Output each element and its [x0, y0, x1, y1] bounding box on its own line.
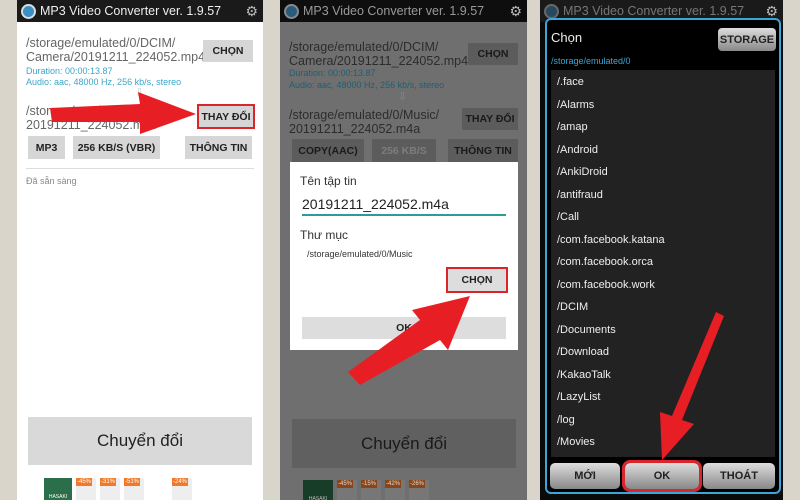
folder-chooser-dialog: Chọn STORAGE /storage/emulated/0 /.face /…	[545, 18, 781, 494]
folder-item[interactable]: /AnkiDroid	[551, 161, 775, 184]
title-bar: MP3 Video Converter ver. 1.9.57 ⚙	[280, 0, 527, 22]
app-title: MP3 Video Converter ver. 1.9.57	[563, 4, 745, 18]
folder-item[interactable]: /.face	[551, 71, 775, 94]
choose-input-button[interactable]: CHỌN	[468, 43, 518, 65]
gear-icon[interactable]: ⚙	[509, 3, 522, 20]
duration: Duration: 00:00:13.87	[289, 68, 376, 78]
input-path: /storage/emulated/0/DCIM/ Camera/2019121…	[26, 36, 206, 64]
screen-3: MP3 Video Converter ver. 1.9.57 ⚙ Chọn ST…	[540, 0, 783, 500]
folder-item[interactable]: /amap	[551, 116, 775, 139]
choose-folder-button[interactable]: CHỌN	[446, 267, 508, 293]
gear-icon[interactable]: ⚙	[245, 3, 258, 20]
folder-item[interactable]: /KakaoTalk	[551, 364, 775, 387]
dialog-title: Chọn	[551, 30, 583, 45]
app-logo-icon	[544, 3, 559, 19]
ok-button[interactable]: OK	[622, 460, 702, 492]
ad-logo: HASAKI	[303, 480, 333, 500]
ad-logo: HASAKI	[44, 478, 72, 500]
title-bar: MP3 Video Converter ver. 1.9.57 ⚙	[17, 0, 263, 22]
folder-item[interactable]: /log	[551, 409, 775, 432]
app-logo-icon	[21, 3, 36, 19]
info-button[interactable]: THÔNG TIN	[448, 139, 518, 162]
choose-input-button[interactable]: CHỌN	[203, 40, 253, 62]
status-text: Đã sẵn sàng	[26, 176, 77, 186]
folder-item[interactable]: /antifraud	[551, 184, 775, 207]
folder-item[interactable]: /Alarms	[551, 94, 775, 117]
discount-badge: -24%	[172, 478, 189, 486]
save-dialog: Tên tập tin 20191211_224052.m4a Thư mục …	[290, 162, 518, 350]
discount-badge: -51%	[124, 478, 141, 486]
filename-label: Tên tập tin	[300, 174, 357, 188]
folder-label: Thư mục	[300, 228, 349, 242]
output-path: /storage/emulated/0/Music/ 20191211_2240…	[289, 108, 440, 136]
format-button[interactable]: MP3	[28, 136, 65, 159]
format-button[interactable]: COPY(AAC)	[292, 139, 364, 162]
discount-badge: -31%	[100, 478, 117, 486]
folder-item[interactable]: /Documents	[551, 319, 775, 342]
screen-1: MP3 Video Converter ver. 1.9.57 ⚙ /storag…	[17, 0, 263, 500]
folder-list[interactable]: /.face/Alarms/amap/Android/AnkiDroid/ant…	[551, 70, 775, 457]
folder-item[interactable]: /Download	[551, 341, 775, 364]
discount-badge: -42%	[385, 480, 402, 488]
discount-badge: -45%	[76, 478, 93, 486]
screen-2: MP3 Video Converter ver. 1.9.57 ⚙ /storag…	[280, 0, 527, 500]
audio-info: Audio: aac, 48000 Hz, 256 kb/s, stereo	[289, 80, 445, 90]
input-path: /storage/emulated/0/DCIM/ Camera/2019121…	[289, 40, 469, 68]
storage-button[interactable]: STORAGE	[718, 28, 776, 51]
convert-button[interactable]: Chuyển đổi	[28, 417, 252, 465]
duration: Duration: 00:00:13.87	[26, 66, 113, 76]
app-title: MP3 Video Converter ver. 1.9.57	[303, 4, 485, 18]
folder-item[interactable]: /DCIM	[551, 296, 775, 319]
app-logo-icon	[284, 3, 299, 19]
info-button[interactable]: THÔNG TIN	[185, 136, 252, 159]
app-title: MP3 Video Converter ver. 1.9.57	[40, 4, 222, 18]
folder-item[interactable]: /com.facebook.work	[551, 274, 775, 297]
convert-button[interactable]: Chuyển đổi	[292, 419, 516, 468]
ad-banner[interactable]: HASAKI -45% -31% -51% -24%	[44, 478, 192, 500]
discount-badge: -26%	[409, 480, 426, 488]
folder-item[interactable]: /LazyList	[551, 386, 775, 409]
folder-item[interactable]: /com.facebook.orca	[551, 251, 775, 274]
discount-badge: -45%	[337, 480, 354, 488]
output-path: /storage/emulated/0/ 20191211_224052.mp3	[26, 104, 158, 132]
down-arrow-icon: ⇩	[398, 91, 408, 103]
folder-item[interactable]: /Movies	[551, 431, 775, 454]
ad-banner[interactable]: HASAKI -45% -15% -42% -26%	[303, 480, 429, 500]
folder-item[interactable]: /Call	[551, 206, 775, 229]
change-button[interactable]: THAY ĐỔI	[197, 104, 255, 129]
folder-item[interactable]: /Android	[551, 139, 775, 162]
folder-item[interactable]: /com.facebook.katana	[551, 229, 775, 252]
divider	[26, 168, 254, 169]
down-arrow-icon: ⇩	[135, 87, 145, 99]
discount-badge: -15%	[361, 480, 378, 488]
exit-button[interactable]: THOÁT	[703, 463, 775, 489]
change-button[interactable]: THAY ĐỔI	[462, 108, 518, 130]
ok-button[interactable]: OK	[302, 317, 506, 339]
filename-input[interactable]: 20191211_224052.m4a	[302, 196, 506, 216]
current-path: /storage/emulated/0	[551, 56, 631, 66]
folder-path: /storage/emulated/0/Music	[307, 249, 413, 259]
new-folder-button[interactable]: MỚI	[550, 463, 620, 489]
audio-info: Audio: aac, 48000 Hz, 256 kb/s, stereo	[26, 77, 182, 87]
bitrate-button[interactable]: 256 KB/S (VBR)	[73, 136, 160, 159]
bitrate-button[interactable]: 256 KB/S	[372, 139, 436, 162]
